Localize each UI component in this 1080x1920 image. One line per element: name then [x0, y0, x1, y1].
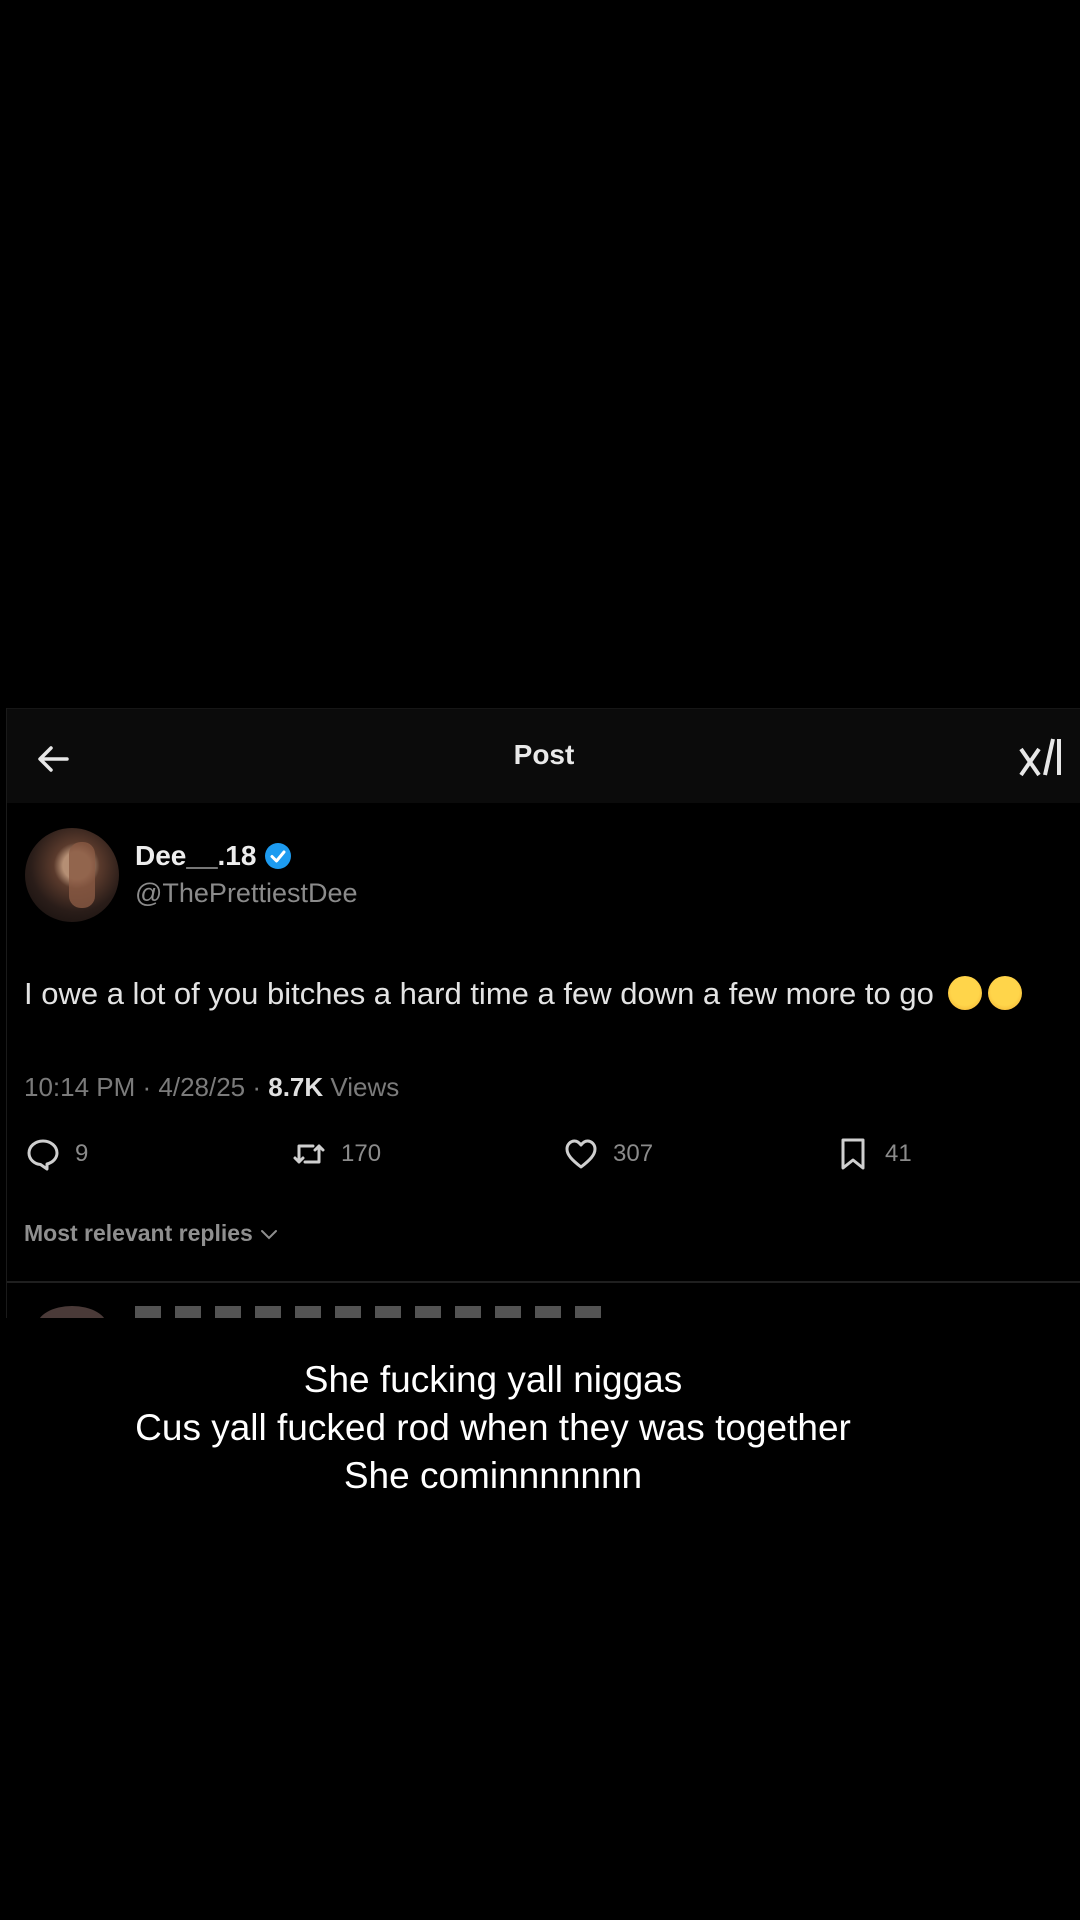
like-count: 307 — [613, 1140, 654, 1167]
caption-line-2: Cus yall fucked rod when they was togeth… — [135, 1407, 851, 1448]
views-count: 8.7K — [268, 1072, 324, 1102]
like-icon — [565, 1139, 597, 1169]
post-card: Post Dee__.18 @ThePrettiestDee I owe a l… — [6, 708, 1080, 1318]
repost-icon — [293, 1144, 325, 1164]
reply-count: 9 — [75, 1140, 89, 1167]
xai-logo-icon[interactable] — [1017, 735, 1063, 781]
bookmark-button[interactable]: 41 — [835, 1136, 912, 1172]
verified-badge-icon — [265, 843, 292, 869]
replies-sort-label: Most relevant replies — [24, 1220, 253, 1246]
reply-avatar[interactable] — [37, 1306, 107, 1318]
chevron-down-icon — [260, 1229, 277, 1239]
repost-count: 170 — [341, 1140, 382, 1167]
tweet-meta: 10:14 PM · 4/28/25 · 8.7K Views — [24, 1072, 399, 1103]
emoji-icon — [988, 976, 1023, 1010]
like-button[interactable]: 307 — [563, 1136, 653, 1172]
page-title: Post — [513, 739, 575, 770]
tweet-text: I owe a lot of you bitches a hard time a… — [24, 976, 1023, 1012]
caption-line-3: She cominnnnnnn — [343, 1455, 643, 1496]
post-header: Post — [7, 708, 1080, 803]
video-caption: She fucking yall niggas Cus yall fucked … — [0, 1356, 986, 1500]
reply-button[interactable]: 9 — [25, 1136, 88, 1172]
user-handle[interactable]: @ThePrettiestDee — [135, 878, 358, 909]
bookmark-icon — [841, 1138, 865, 1170]
replies-sort-dropdown[interactable]: Most relevant replies — [24, 1220, 279, 1247]
display-name-text: Dee__.18 — [135, 840, 257, 871]
views-label: Views — [323, 1072, 400, 1102]
display-name[interactable]: Dee__.18 — [135, 840, 292, 872]
tweet-text-body: I owe a lot of you bitches a hard time a… — [24, 976, 934, 1011]
tweet-timestamp[interactable]: 10:14 PM · 4/28/25 · — [24, 1072, 268, 1102]
bookmark-count: 41 — [885, 1140, 912, 1167]
repost-button[interactable]: 170 — [291, 1136, 381, 1172]
avatar[interactable] — [25, 828, 119, 922]
reply-preview-cutoff — [135, 1306, 615, 1318]
laughing-emoji-icon — [948, 976, 983, 1010]
divider — [7, 1281, 1080, 1283]
reply-icon — [27, 1139, 59, 1171]
caption-line-1: She fucking yall niggas — [303, 1359, 683, 1400]
